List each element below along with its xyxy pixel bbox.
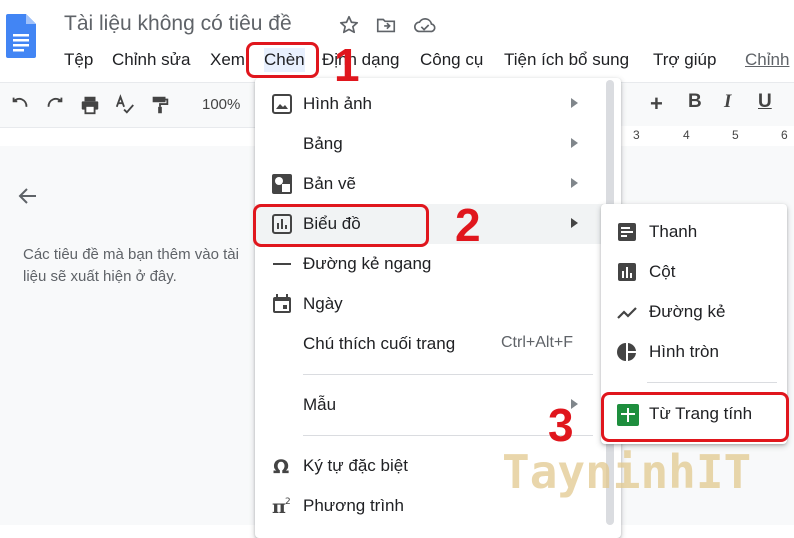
chart-item-bar[interactable]: Thanh xyxy=(601,212,787,252)
underline-button[interactable]: U xyxy=(758,91,772,113)
font-size-increase-button[interactable]: + xyxy=(650,91,663,117)
bar-chart-icon xyxy=(617,222,637,242)
document-title[interactable]: Tài liệu không có tiêu đề xyxy=(64,12,292,36)
move-to-folder-icon[interactable] xyxy=(375,14,397,36)
menu-item-label: Đường kẻ ngang xyxy=(303,254,432,273)
horizontal-line-icon xyxy=(272,254,292,274)
arrow-left-icon[interactable] xyxy=(16,184,40,208)
chart-item-pie[interactable]: Hình tròn xyxy=(601,332,787,372)
paint-format-icon[interactable] xyxy=(149,94,171,116)
menu-item-label: Chú thích cuối trang xyxy=(303,334,456,353)
menu-item-date[interactable]: Ngày xyxy=(255,284,621,324)
menu-item-drawing[interactable]: Bản vẽ xyxy=(255,164,621,204)
ruler-number: 3 xyxy=(633,128,640,142)
menu-item-horizontal-line[interactable]: Đường kẻ ngang xyxy=(255,244,621,284)
submenu-arrow-icon xyxy=(571,218,578,228)
menu-addons[interactable]: Tiện ích bổ sung xyxy=(504,48,629,72)
shortcut-text: Ctrl+Alt+F xyxy=(501,334,574,351)
chart-item-column[interactable]: Cột xyxy=(601,252,787,292)
menu-item-label: Ngày xyxy=(303,294,343,313)
chart-item-label: Thanh xyxy=(649,222,698,241)
submenu-arrow-icon xyxy=(571,138,578,148)
menu-item-label: Ký tự đặc biệt xyxy=(303,456,408,475)
menu-item-label: Hình ảnh xyxy=(303,94,372,113)
menu-divider xyxy=(303,374,593,375)
last-edit-link[interactable]: Chỉnh xyxy=(745,48,789,72)
italic-button[interactable]: I xyxy=(724,91,731,113)
omega-icon: Ω xyxy=(272,456,292,478)
ruler-number: 6 xyxy=(781,128,788,142)
zoom-select[interactable]: 100% xyxy=(202,96,240,113)
ruler-number: 5 xyxy=(732,128,739,142)
pi-squared-icon: π2 xyxy=(272,496,292,518)
chart-item-line[interactable]: Đường kẻ xyxy=(601,292,787,332)
chart-item-label: Hình tròn xyxy=(649,342,719,361)
highlight-box-from-sheets xyxy=(601,392,789,442)
svg-text:π: π xyxy=(272,496,286,516)
spellcheck-icon[interactable] xyxy=(114,94,136,116)
highlight-box-insert xyxy=(246,42,319,78)
menu-edit[interactable]: Chỉnh sửa xyxy=(112,48,190,72)
menu-item-label: Phương trình xyxy=(303,496,404,515)
menu-file[interactable]: Tệp xyxy=(64,48,93,72)
menu-item-image[interactable]: Hình ảnh xyxy=(255,84,621,124)
pie-chart-icon xyxy=(617,342,637,362)
undo-icon[interactable] xyxy=(9,94,31,116)
menu-divider xyxy=(647,382,777,383)
ruler[interactable]: 3 4 5 6 xyxy=(620,126,794,147)
step-number-3: 3 xyxy=(548,399,574,451)
line-chart-icon xyxy=(617,302,637,322)
menubar: Tệp Chỉnh sửa Xem Chèn Định dạng Công cụ… xyxy=(56,48,794,74)
step-number-2: 2 xyxy=(455,199,481,251)
submenu-arrow-icon xyxy=(571,98,578,108)
menu-item-label: Mẫu xyxy=(303,395,337,414)
step-number-1: 1 xyxy=(334,39,360,91)
chart-item-label: Cột xyxy=(649,262,676,281)
bold-button[interactable]: B xyxy=(688,91,702,113)
submenu-arrow-icon xyxy=(571,178,578,188)
redo-icon[interactable] xyxy=(44,94,66,116)
column-chart-icon xyxy=(617,262,637,282)
highlight-box-chart xyxy=(253,204,429,247)
docs-logo-icon[interactable] xyxy=(6,14,36,58)
menu-item-table[interactable]: Bảng xyxy=(255,124,621,164)
menu-item-label: Bảng xyxy=(303,134,343,153)
outline-placeholder: Các tiêu đề mà bạn thêm vào tài liệu sẽ … xyxy=(23,246,239,285)
image-icon xyxy=(272,94,292,114)
menu-tools[interactable]: Công cụ xyxy=(420,48,483,72)
calendar-icon xyxy=(272,294,292,314)
drawing-icon xyxy=(272,174,292,194)
cloud-saved-icon[interactable] xyxy=(413,14,436,36)
ruler-number: 4 xyxy=(683,128,690,142)
menu-view[interactable]: Xem xyxy=(210,48,245,72)
watermark: TayninhIT xyxy=(502,445,752,499)
svg-text:Ω: Ω xyxy=(273,456,289,476)
menu-item-footnote[interactable]: Chú thích cuối trang Ctrl+Alt+F xyxy=(255,324,621,364)
menu-item-label: Bản vẽ xyxy=(303,174,356,193)
print-icon[interactable] xyxy=(79,94,101,116)
chart-item-label: Đường kẻ xyxy=(649,302,726,321)
menu-help[interactable]: Trợ giúp xyxy=(653,48,716,72)
star-icon[interactable] xyxy=(338,14,360,36)
svg-text:2: 2 xyxy=(285,497,291,507)
